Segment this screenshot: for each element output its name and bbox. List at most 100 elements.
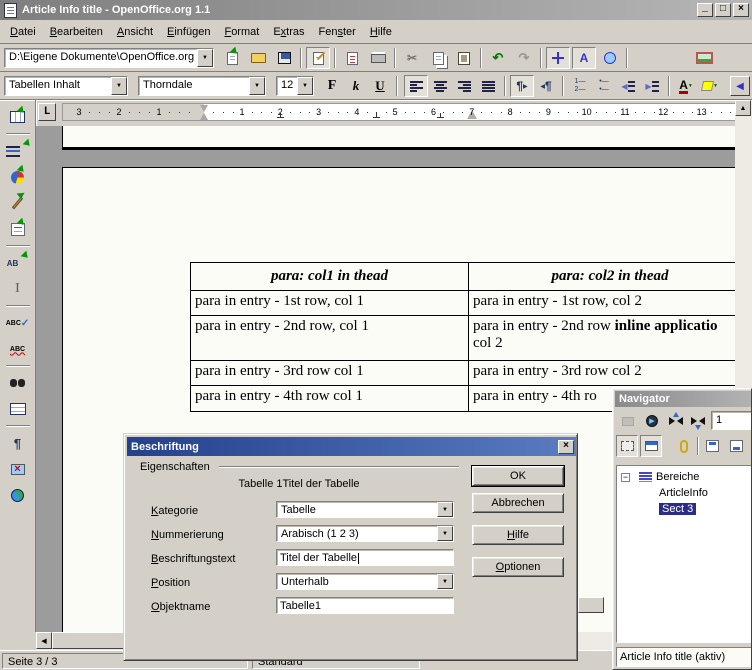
toolbar-collapse-arrow[interactable]: ◀	[730, 76, 750, 96]
dialog-title-bar[interactable]: Beschriftung ×	[127, 437, 576, 456]
table-cell[interactable]: para in entry - 1st row, col 1	[191, 291, 469, 315]
new-document-icon[interactable]	[220, 47, 244, 69]
insert-object-icon[interactable]	[5, 165, 31, 189]
help-button[interactable]: Hilfe	[472, 525, 564, 545]
table-header-row[interactable]: para: col1 in thead para: col2 in thead	[191, 263, 751, 291]
table-row[interactable]: para in entry - 1st row, col 1 para in e…	[191, 291, 751, 316]
table-cell[interactable]: para in entry - 2nd row, col 1	[191, 316, 469, 360]
font-color-button[interactable]: A▼	[674, 75, 698, 97]
align-center-button[interactable]	[428, 75, 452, 97]
data-sources-icon[interactable]	[5, 397, 31, 421]
decrease-indent-icon[interactable]: ◀	[616, 75, 640, 97]
content-view-icon[interactable]	[616, 435, 638, 457]
insert-fields-icon[interactable]	[5, 139, 31, 163]
menu-hilfe[interactable]: Hilfe	[363, 23, 399, 41]
table-row[interactable]: para in entry - 2nd row, col 1 para in e…	[191, 316, 751, 361]
navigation-icon[interactable]: ▶	[641, 410, 663, 432]
tree-label-selected[interactable]: Sect 3	[659, 503, 696, 515]
spellcheck-icon[interactable]: ABC✓	[5, 311, 31, 335]
url-combobox[interactable]: D:\Eigene Dokumente\OpenOffice.org Zeugs…	[4, 48, 214, 68]
kategorie-value[interactable]: Tabelle	[277, 502, 437, 517]
stylist-toggle-icon[interactable]: A	[572, 47, 596, 69]
font-dropdown-arrow[interactable]: ▼	[249, 77, 265, 95]
redo-icon[interactable]: ↷	[512, 47, 536, 69]
align-left-button[interactable]	[404, 75, 428, 97]
close-button[interactable]: ×	[733, 3, 749, 17]
increase-indent-icon[interactable]: ▶	[640, 75, 664, 97]
tree-item-sect3[interactable]: Sect 3	[619, 501, 752, 517]
export-pdf-icon[interactable]	[340, 47, 364, 69]
menu-einfuegen[interactable]: Einfügen	[160, 23, 217, 41]
insert-table-icon[interactable]	[5, 105, 31, 129]
nonprinting-characters-icon[interactable]: ¶	[5, 431, 31, 455]
graphics-onoff-icon[interactable]: ×	[5, 457, 31, 481]
online-layout-icon[interactable]	[5, 483, 31, 507]
tree-label[interactable]: ArticleInfo	[659, 487, 708, 499]
font-size-value[interactable]: 12	[277, 77, 297, 95]
scroll-left-icon[interactable]: ◀	[36, 632, 52, 649]
numbered-list-button[interactable]: 1—2—	[568, 75, 592, 97]
bullet-list-button[interactable]: •—•—	[592, 75, 616, 97]
table-cell[interactable]: para in entry - 3rd row col 2	[469, 361, 751, 385]
cancel-button[interactable]: Abbrechen	[472, 493, 564, 513]
table-cell[interactable]: para in entry - 3rd row col 1	[191, 361, 469, 385]
indent-marker[interactable]	[200, 105, 209, 120]
underline-button[interactable]: U	[368, 75, 392, 97]
beschriftungstext-input[interactable]: Titel der Tabelle	[276, 549, 454, 566]
position-combobox[interactable]: Unterhalb ▼	[276, 573, 454, 590]
copy-icon[interactable]	[426, 47, 450, 69]
paste-icon[interactable]	[452, 47, 476, 69]
cut-icon[interactable]: ✂	[400, 47, 424, 69]
undo-icon[interactable]: ↶	[486, 47, 510, 69]
menu-format[interactable]: Format	[217, 23, 266, 41]
nummerierung-dropdown-arrow[interactable]: ▼	[437, 526, 453, 541]
position-value[interactable]: Unterhalb	[277, 574, 437, 589]
ltr-paragraph-button[interactable]: ¶▶	[510, 75, 534, 97]
rtl-paragraph-button[interactable]: ◀¶	[534, 75, 558, 97]
table-header-cell[interactable]: para: col2 in thead	[469, 263, 751, 290]
style-dropdown-arrow[interactable]: ▼	[111, 77, 127, 95]
table-header-cell[interactable]: para: col1 in thead	[191, 263, 469, 290]
table-cell[interactable]: para in entry - 2nd row inline applicati…	[469, 316, 751, 360]
tab-type-selector[interactable]: L	[38, 103, 56, 121]
menu-fenster[interactable]: Fenster	[312, 23, 363, 41]
table-row[interactable]: para in entry - 3rd row col 1 para in en…	[191, 361, 751, 386]
table-cell[interactable]: para in entry - 1st row, col 2	[469, 291, 751, 315]
nummerierung-value[interactable]: Arabisch (1 2 3)	[277, 526, 437, 541]
edit-file-icon[interactable]	[306, 47, 330, 69]
page-number-value[interactable]: 1	[716, 414, 722, 426]
paragraph-style-value[interactable]: Tabellen Inhalt	[5, 77, 111, 95]
previous-page-icon[interactable]	[665, 410, 687, 432]
kategorie-combobox[interactable]: Tabelle ▼	[276, 501, 454, 518]
tree-item-bereiche[interactable]: − Bereiche	[619, 469, 752, 485]
header-icon[interactable]	[701, 435, 723, 457]
ok-button[interactable]: OK	[472, 466, 564, 486]
set-reminder-icon[interactable]	[673, 435, 695, 457]
next-page-icon[interactable]	[687, 410, 709, 432]
autospellcheck-icon[interactable]: ABC	[5, 337, 31, 361]
italic-button[interactable]: k	[344, 75, 368, 97]
hyperlink-bar-icon[interactable]	[598, 47, 622, 69]
page-number-spinbox[interactable]: 1	[711, 411, 752, 430]
kategorie-dropdown-arrow[interactable]: ▼	[437, 502, 453, 517]
nummerierung-combobox[interactable]: Arabisch (1 2 3) ▼	[276, 525, 454, 542]
footer-icon[interactable]	[725, 435, 747, 457]
align-justify-button[interactable]	[476, 75, 500, 97]
navigator-toggle-icon[interactable]	[546, 47, 570, 69]
menu-ansicht[interactable]: Ansicht	[110, 23, 160, 41]
draw-functions-icon[interactable]	[5, 191, 31, 215]
position-dropdown-arrow[interactable]: ▼	[437, 574, 453, 589]
url-value[interactable]: D:\Eigene Dokumente\OpenOffice.org Zeugs…	[5, 49, 197, 67]
options-button[interactable]: Optionen	[472, 557, 564, 577]
autotext-icon[interactable]: AB	[5, 251, 31, 275]
print-icon[interactable]	[366, 47, 390, 69]
minimize-button[interactable]: _	[697, 3, 713, 17]
tree-label[interactable]: Bereiche	[656, 471, 699, 483]
font-name-combobox[interactable]: Thorndale ▼	[138, 76, 266, 96]
menu-bearbeiten[interactable]: Bearbeiten	[43, 23, 110, 41]
scroll-up-icon[interactable]: ▲	[735, 100, 751, 116]
form-functions-icon[interactable]	[5, 217, 31, 241]
horizontal-ruler[interactable]: 3211234567891011121314	[62, 103, 736, 121]
find-replace-icon[interactable]	[5, 371, 31, 395]
table-cell[interactable]: para in entry - 4th row col 1	[191, 386, 469, 411]
